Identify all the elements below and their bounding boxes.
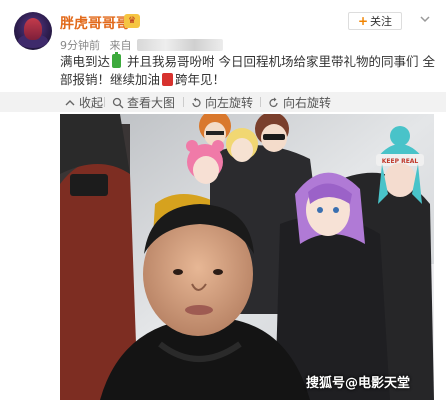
source-prefix: 来自	[109, 39, 132, 52]
rotate-left-button[interactable]: 向左旋转	[190, 94, 253, 111]
rotate-left-icon	[192, 97, 201, 107]
follow-label: 关注	[370, 15, 393, 28]
post-photo[interactable]: KEEP REAL	[60, 114, 434, 400]
source-redacted	[137, 39, 223, 51]
post-text-part1: 满电到达	[60, 54, 111, 69]
fuel-pump-emoji-icon	[162, 73, 174, 86]
rotate-right-label: 向右旋转	[283, 96, 332, 110]
battery-emoji-icon	[112, 52, 122, 68]
plus-icon: +	[357, 14, 369, 28]
post-time[interactable]: 9分钟前	[60, 39, 100, 52]
vip-crown-icon[interactable]: ♛	[124, 14, 140, 28]
rotate-left-label: 向左旋转	[205, 96, 254, 110]
avatar[interactable]	[14, 12, 52, 50]
post-meta: 9分钟前 来自	[60, 37, 223, 53]
follow-button[interactable]: + 关注	[348, 12, 402, 30]
chevron-down-icon[interactable]	[418, 12, 432, 26]
view-large-button[interactable]: 查看大图	[112, 94, 175, 111]
weibo-post: 胖虎哥哥哥 ♛ 9分钟前 来自 + 关注 满电到达 并且我易哥吩咐 今日回程机场…	[0, 0, 446, 400]
post-text: 满电到达 并且我易哥吩咐 今日回程机场给家里带礼物的同事们 全部报销！继续加油跨…	[60, 52, 438, 89]
post-text-part3: 跨年见！	[175, 72, 226, 87]
watermark-text: 搜狐号@电影天堂	[306, 376, 411, 391]
collapse-button[interactable]: 收起	[64, 94, 103, 111]
rotate-right-button[interactable]: 向右旋转	[268, 94, 331, 111]
magnifier-icon	[112, 97, 124, 108]
image-toolbar: 收起 查看大图 向左旋转 向右旋转	[0, 92, 446, 112]
collapse-label: 收起	[79, 96, 104, 110]
group-selfie-image: KEEP REAL	[60, 114, 434, 400]
rotate-right-icon	[269, 97, 278, 107]
username[interactable]: 胖虎哥哥哥	[60, 13, 130, 33]
collapse-icon	[65, 99, 75, 105]
view-large-label: 查看大图	[127, 96, 176, 110]
